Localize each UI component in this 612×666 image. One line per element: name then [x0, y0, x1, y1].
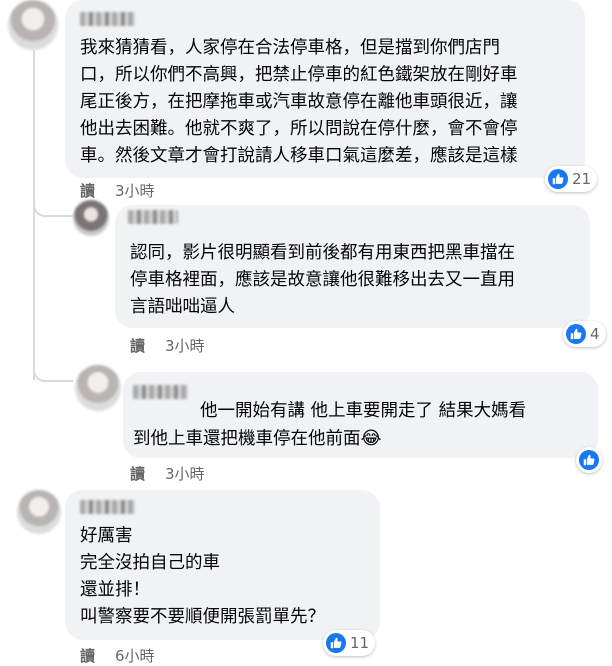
comment-meta: 讀 6小時 [80, 645, 155, 666]
timestamp[interactable]: 3小時 [165, 465, 205, 483]
comment-body: 他一開始有講 他上車要開走了 結果大媽看 到他上車還把機車停在他前面 [133, 401, 527, 449]
reaction-count[interactable]: 21 [545, 166, 598, 192]
avatar[interactable] [75, 365, 121, 411]
read-link[interactable]: 讀 [130, 337, 145, 355]
comment-meta: 讀 3小時 [130, 335, 205, 356]
avatar[interactable] [73, 200, 109, 236]
reaction-count[interactable] [576, 447, 602, 473]
comment-text: 認同，影片很明顯看到前後都有用東西把黑車擋在 停車格裡面，應該是故意讓他很難移出… [130, 243, 515, 317]
timestamp[interactable]: 6小時 [115, 647, 155, 665]
comment-text: 好厲害 完全沒拍自己的車 還並排！ 叫警察要不要順便開張罰單先？ [80, 526, 325, 627]
thumbs-up-icon [579, 450, 599, 470]
thumbs-up-icon [548, 169, 568, 189]
thread-line [33, 50, 35, 380]
comment-text: 我來猜猜看，人家停在合法停車格，但是擋到你們店門 口，所以你們不高興，把禁止停車… [80, 38, 518, 166]
reaction-count[interactable]: 4 [563, 321, 606, 347]
comment-meta: 讀 3小時 [80, 180, 155, 201]
thread-connector [33, 190, 73, 217]
thread-connector [33, 355, 73, 382]
read-link[interactable]: 讀 [80, 182, 95, 200]
timestamp[interactable]: 3小時 [115, 182, 155, 200]
comment-text: 他一開始有講 他上車要開走了 結果大媽看 到他上車還把機車停在他前面😂 [133, 398, 598, 453]
thumbs-up-icon [566, 324, 586, 344]
avatar[interactable] [17, 490, 61, 534]
reaction-count[interactable]: 11 [323, 630, 376, 656]
read-link[interactable]: 讀 [130, 465, 145, 483]
reaction-number: 4 [590, 325, 600, 343]
commenter-name[interactable] [133, 385, 188, 399]
timestamp[interactable]: 3小時 [165, 337, 205, 355]
commenter-name[interactable] [128, 210, 178, 224]
reaction-number: 11 [350, 634, 370, 652]
laughing-tears-emoji: 😂 [360, 428, 382, 449]
avatar[interactable] [8, 0, 58, 50]
read-link[interactable]: 讀 [80, 647, 95, 665]
reaction-number: 21 [572, 170, 592, 188]
commenter-name[interactable] [80, 12, 135, 26]
comment-meta: 讀 3小時 [130, 463, 205, 484]
thumbs-up-icon [326, 633, 346, 653]
commenter-name[interactable] [80, 500, 135, 514]
